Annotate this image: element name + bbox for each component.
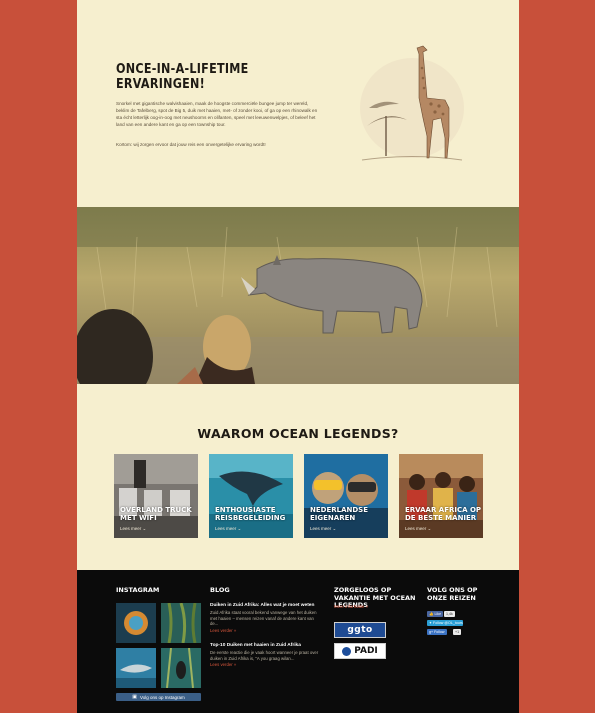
padi-emblem-icon [342,646,352,656]
tile-read-more-link[interactable]: Lees meer ⌄ [120,526,146,532]
chevron-down-icon: ⌄ [427,526,432,531]
tile-title: NEDERLANDSE EIGENAREN [310,506,368,522]
tile-overland-truck[interactable]: OVERLAND TRUCK MET WIFI Lees meer ⌄ [114,454,198,538]
rhino-photo [77,207,519,405]
blog-post: Top-10 Duiken met haaien in Zuid Afrika … [210,643,322,667]
like-label: Like [434,612,442,616]
chevron-down-icon: ⌄ [142,526,147,531]
ggto-logo[interactable]: ggto [334,622,386,638]
tile-read-more-link[interactable]: Lees meer ⌄ [405,526,431,532]
page-container: ONCE-IN-A-LIFETIME ERVARINGEN! Snorkel m… [77,0,519,713]
shark-photo [116,648,156,688]
intro-paragraph-2: Kortom: wij zorgen ervoor dat jouw reis … [116,142,266,147]
facebook-like-button[interactable]: 👍 Like [427,611,444,617]
why-section: WAAROM OCEAN LEGENDS? OVERLAND TRUCK MET… [77,384,519,570]
google-plus-follow-button[interactable]: g+ Follow [427,629,447,635]
giraffe-illustration [360,45,464,161]
tile-reisbegeleiding[interactable]: ENTHOUSIASTE REISBEGELEIDING Lees meer ⌄ [209,454,293,538]
chevron-down-icon: ⌄ [237,526,242,531]
intro-paragraph-1: Snorkel met gigantische walvishaaien, ma… [116,101,318,127]
tile-ervaar-africa[interactable]: ERVAAR AFRICA OP DE BESTE MANIER Lees me… [399,454,483,538]
diver-photo [161,648,201,688]
intro-title: ONCE-IN-A-LIFETIME ERVARINGEN! [116,62,249,92]
blog-read-more-link[interactable]: Lees verder » [210,662,322,667]
gplus-follow-label: Follow [434,630,445,634]
tile-title: ERVAAR AFRICA OP DE BESTE MANIER [405,506,482,522]
chevron-down-icon: ⌄ [332,526,337,531]
tile-read-more-link[interactable]: Lees meer ⌄ [215,526,241,532]
padi-logo[interactable]: PADI [334,643,386,659]
blog-post: Duiken in Zuid Afrika: Alles wat je moet… [210,603,322,633]
instagram-follow-label: Volg ons op Instagram [139,694,185,700]
tile-link-label: Lees meer [310,526,332,531]
kelp-photo [161,603,201,643]
blog-read-more-link[interactable]: Lees verder » [210,628,322,633]
instagram-photo[interactable] [116,648,156,688]
tile-title: OVERLAND TRUCK MET WIFI [120,506,192,522]
hero-photo-rhino [77,207,519,405]
instagram-title: INSTAGRAM [116,586,160,594]
blog-post-title[interactable]: Duiken in Zuid Afrika: Alles wat je moet… [210,603,322,609]
fish-photo [116,603,156,643]
twitter-follow-button[interactable]: ✦ Follow @OL_tours [427,620,463,626]
blog-post-title[interactable]: Top-10 Duiken met haaien in Zuid Afrika [210,643,322,649]
instagram-icon: ▣ [132,694,137,700]
blog-title: BLOG [210,586,230,594]
blog-post-excerpt: Zuid Afrika staat vooral bekend vanwege … [210,610,317,627]
twitter-bird-icon: ✦ [429,621,433,625]
instagram-photo[interactable] [161,648,201,688]
tile-link-label: Lees meer [120,526,142,531]
gplus-icon: g+ [429,630,434,634]
footer: INSTAGRAM ▣ Volg ons op Instagram BLOG D… [77,570,519,713]
instagram-follow-button[interactable]: ▣ Volg ons op Instagram [116,693,201,701]
tile-title: ENTHOUSIASTE REISBEGELEIDING [215,506,286,522]
social-title: VOLG ONS OP ONZE REIZEN [427,586,478,602]
tile-link-label: Lees meer [215,526,237,531]
like-count: 1,4k [444,611,455,617]
intro-section: ONCE-IN-A-LIFETIME ERVARINGEN! Snorkel m… [77,0,519,207]
instagram-photo[interactable] [116,603,156,643]
tile-read-more-link[interactable]: Lees meer ⌄ [310,526,336,532]
ggto-logo-text: ggto [347,625,373,635]
tile-nederlandse-eigenaren[interactable]: NEDERLANDSE EIGENAREN Lees meer ⌄ [304,454,388,538]
padi-logo-text: PADI [354,646,378,656]
thumbs-up-icon: 👍 [429,612,434,616]
twitter-follow-label: Follow @OL_tours [433,621,463,625]
gplus-count: +1 [453,629,462,635]
why-title: WAAROM OCEAN LEGENDS? [197,426,399,441]
instagram-photo[interactable] [161,603,201,643]
tile-link-label: Lees meer [405,526,427,531]
blog-post-excerpt: De eerste reactie die je vaak hoort wann… [210,650,319,661]
more-info-link[interactable]: Meer informatie » [334,604,368,609]
